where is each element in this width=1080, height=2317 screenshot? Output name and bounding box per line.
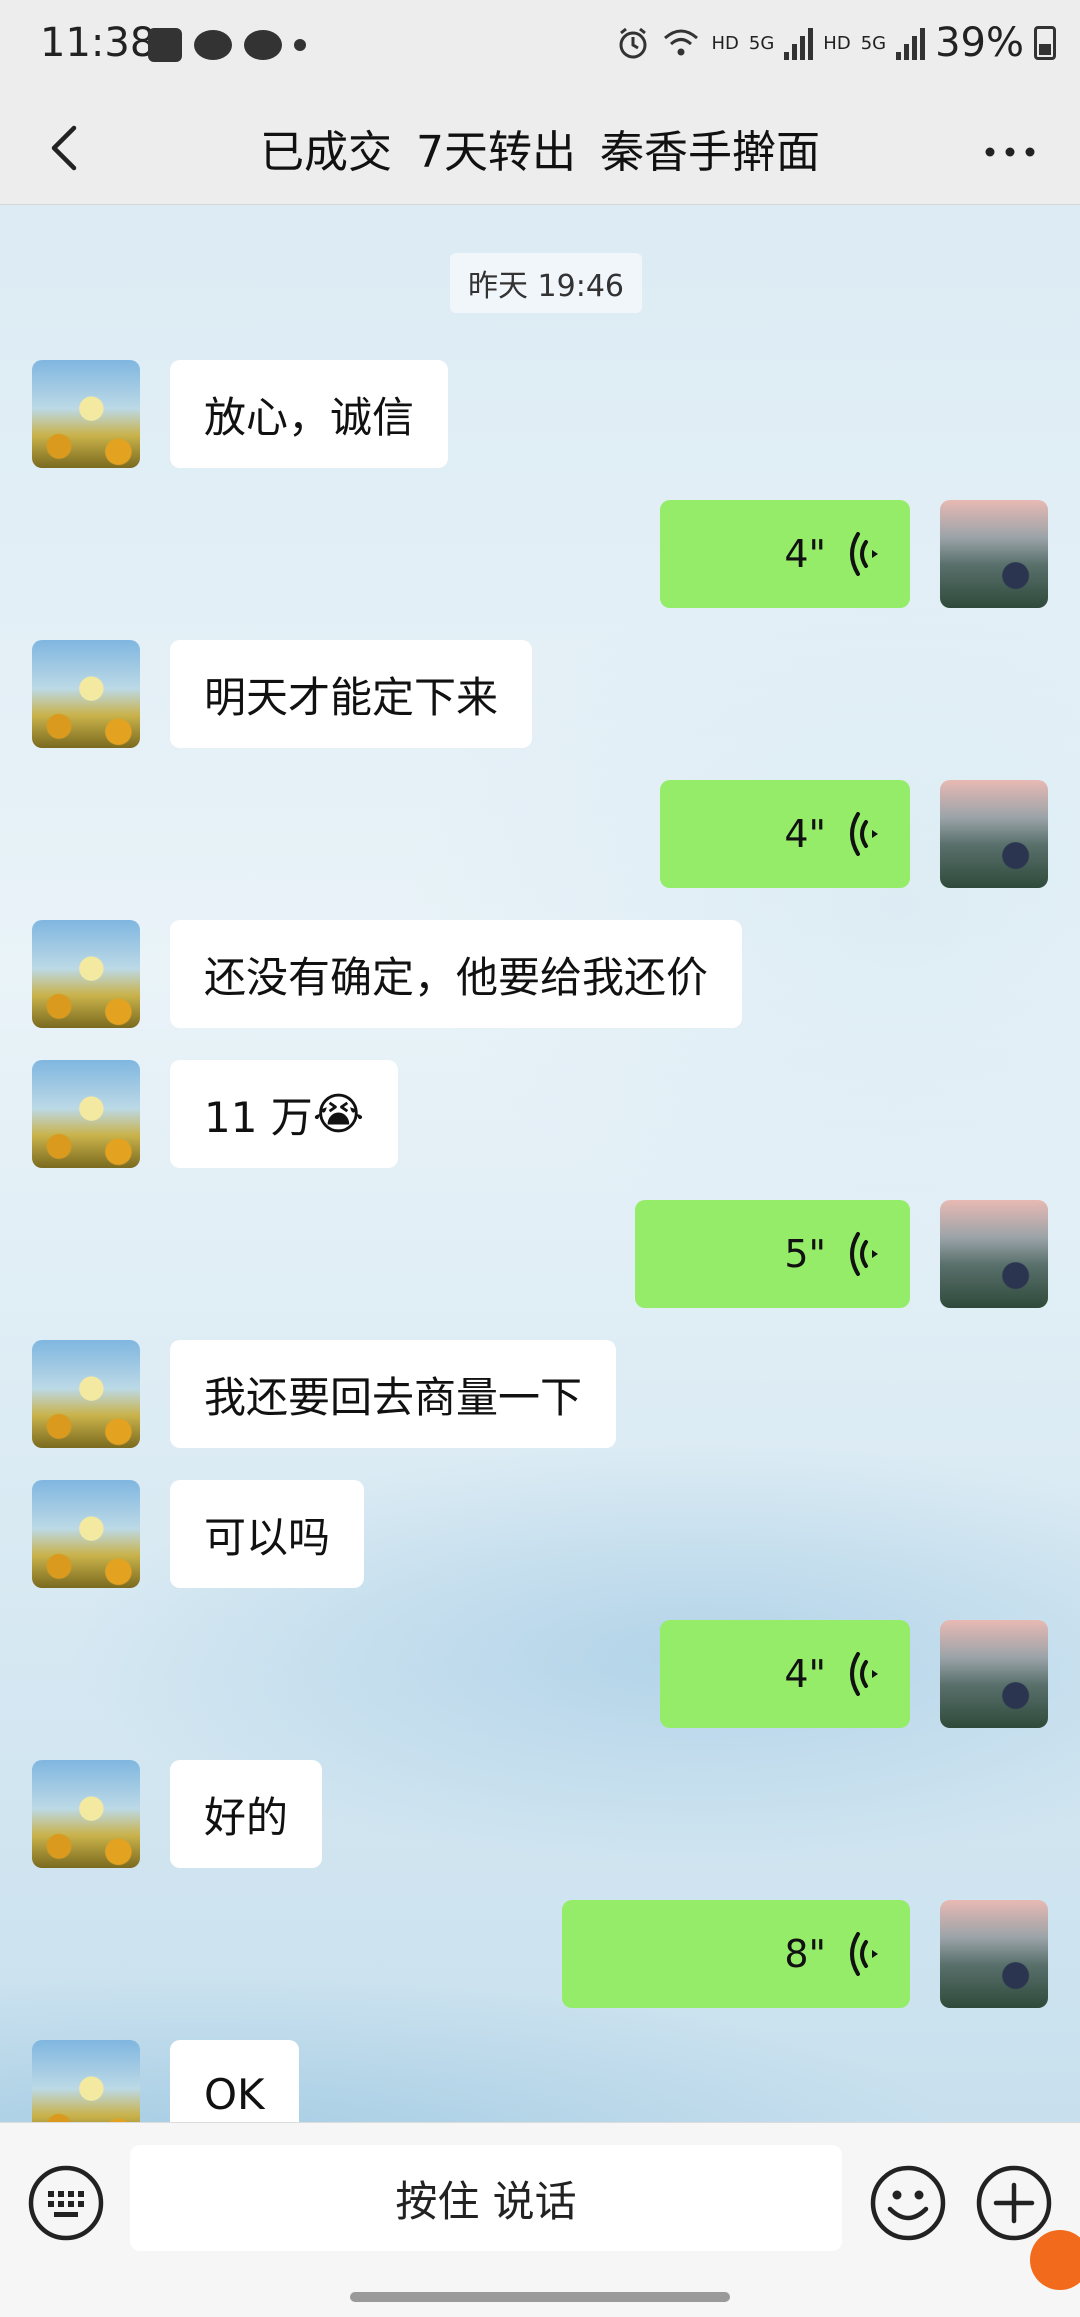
more-notifications-dot <box>294 39 306 51</box>
chat-header: 已成交 7天转出 秦香手擀面 <box>0 96 1080 205</box>
contact-avatar[interactable] <box>32 1760 140 1868</box>
voice-wave-icon <box>850 1232 878 1276</box>
status-right-cluster: HD 5G HD 5G 39% <box>615 20 1056 66</box>
received-text-bubble[interactable]: 明天才能定下来 <box>170 640 533 748</box>
received-text-bubble[interactable]: 可以吗 <box>170 1480 365 1588</box>
voice-duration: 5" <box>784 1232 826 1276</box>
voice-duration: 4" <box>784 812 826 856</box>
hold-to-talk-button[interactable]: 按住 说话 <box>130 2145 842 2251</box>
hd-label-2: HD <box>823 32 851 54</box>
signal-icon-2 <box>896 26 926 60</box>
my-avatar[interactable] <box>940 1200 1048 1308</box>
contact-avatar[interactable] <box>32 640 140 748</box>
message-text: 11 万 <box>204 1092 313 1142</box>
my-avatar[interactable] <box>940 500 1048 608</box>
crying-emoji: 😭 <box>312 1088 365 1140</box>
status-notification-icons <box>148 28 306 62</box>
message-text: OK <box>204 2069 265 2119</box>
voice-wave-icon <box>850 532 878 576</box>
my-avatar[interactable] <box>940 1900 1048 2008</box>
voice-wave-icon <box>850 812 878 856</box>
chat-messages-area[interactable]: 昨天 19:46 放心，诚信 4" 明天才能定下来 4" 还没有确定，他要给我还… <box>0 205 1080 2122</box>
received-text-bubble[interactable]: 11 万 😭 <box>170 1060 399 1168</box>
network-label-2: 5G <box>860 32 887 54</box>
received-text-bubble[interactable]: 我还要回去商量一下 <box>170 1340 617 1448</box>
sent-voice-bubble[interactable]: 4" <box>660 780 910 888</box>
plus-icon[interactable] <box>974 2163 1054 2243</box>
emoji-icon[interactable] <box>868 2163 948 2243</box>
wechat-icon <box>194 30 232 60</box>
message-text: 放心，诚信 <box>204 392 415 442</box>
more-dots-icon[interactable] <box>980 122 1040 182</box>
message-text: 还没有确定，他要给我还价 <box>204 952 709 1002</box>
input-bar: 按住 说话 <box>0 2122 1080 2317</box>
signal-icon-1 <box>784 26 814 60</box>
gallery-icon <box>148 28 182 62</box>
voice-duration: 4" <box>784 1652 826 1696</box>
keyboard-icon[interactable] <box>26 2163 106 2243</box>
hd-label-1: HD <box>711 32 739 54</box>
battery-icon <box>1034 26 1056 60</box>
battery-percent: 39% <box>935 20 1024 66</box>
my-avatar[interactable] <box>940 780 1048 888</box>
sent-voice-bubble[interactable]: 4" <box>660 500 910 608</box>
received-text-bubble[interactable]: 还没有确定，他要给我还价 <box>170 920 743 1028</box>
sent-voice-bubble[interactable]: 8" <box>562 1900 910 2008</box>
received-text-bubble[interactable]: OK <box>170 2040 299 2122</box>
status-bar: 11:38 HD 5G HD 5G 39% <box>0 0 1080 96</box>
sent-voice-bubble[interactable]: 4" <box>660 1620 910 1728</box>
alarm-icon <box>619 27 647 59</box>
contact-avatar[interactable] <box>32 920 140 1028</box>
voice-duration: 4" <box>784 532 826 576</box>
sent-voice-bubble[interactable]: 5" <box>635 1200 910 1308</box>
message-text: 可以吗 <box>204 1512 331 1562</box>
wechat-icon-2 <box>244 30 282 60</box>
chat-title: 已成交 7天转出 秦香手擀面 <box>260 127 820 178</box>
message-timestamp: 昨天 19:46 <box>450 253 642 313</box>
contact-avatar[interactable] <box>32 1340 140 1448</box>
contact-avatar[interactable] <box>32 2040 140 2122</box>
contact-avatar[interactable] <box>32 1480 140 1588</box>
received-text-bubble[interactable]: 放心，诚信 <box>170 360 449 468</box>
voice-wave-icon <box>850 1932 878 1976</box>
network-label-1: 5G <box>748 32 775 54</box>
voice-wave-icon <box>850 1652 878 1696</box>
status-time: 11:38 <box>40 20 156 66</box>
message-text: 我还要回去商量一下 <box>204 1372 583 1422</box>
my-avatar[interactable] <box>940 1620 1048 1728</box>
home-indicator[interactable] <box>350 2292 730 2302</box>
contact-avatar[interactable] <box>32 1060 140 1168</box>
wifi-icon <box>664 29 699 56</box>
message-text: 明天才能定下来 <box>204 672 499 722</box>
received-text-bubble[interactable]: 好的 <box>170 1760 323 1868</box>
contact-avatar[interactable] <box>32 360 140 468</box>
voice-duration: 8" <box>784 1932 826 1976</box>
message-text: 好的 <box>204 1792 289 1842</box>
